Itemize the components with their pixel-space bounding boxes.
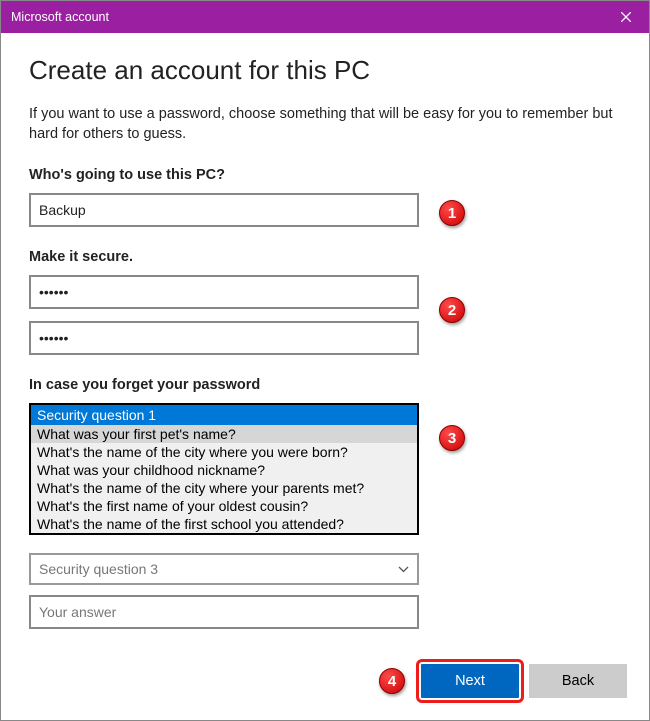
dropdown-option[interactable]: What's the name of the city where your p… xyxy=(31,479,417,497)
dropdown-option[interactable]: What's the name of the first school you … xyxy=(31,515,417,533)
username-label: Who's going to use this PC? xyxy=(29,167,621,183)
window-title: Microsoft account xyxy=(11,10,109,24)
dropdown-selected[interactable]: Security question 1 xyxy=(31,405,417,425)
callout-badge-4: 4 xyxy=(379,668,405,694)
back-button[interactable]: Back xyxy=(529,664,627,698)
close-icon xyxy=(621,12,631,22)
chevron-down-icon xyxy=(398,562,409,576)
button-row: Next Back xyxy=(421,664,627,698)
dropdown-option[interactable]: What was your childhood nickname? xyxy=(31,461,417,479)
callout-badge-2: 2 xyxy=(439,297,465,323)
page-description: If you want to use a password, choose so… xyxy=(29,104,621,145)
content-area: Create an account for this PC If you wan… xyxy=(1,33,649,629)
page-title: Create an account for this PC xyxy=(29,55,621,86)
username-input[interactable] xyxy=(29,193,419,227)
close-button[interactable] xyxy=(603,1,649,33)
security-label: In case you forget your password xyxy=(29,377,621,393)
security-question-1-dropdown[interactable]: Security question 1 What was your first … xyxy=(29,403,419,535)
dropdown-option-hover[interactable]: What was your first pet's name? xyxy=(31,425,417,443)
dropdown-option[interactable]: What's the name of the city where you we… xyxy=(31,443,417,461)
password-label: Make it secure. xyxy=(29,249,621,265)
answer-input[interactable] xyxy=(29,595,419,629)
select-placeholder: Security question 3 xyxy=(39,561,158,577)
titlebar: Microsoft account xyxy=(1,1,649,33)
callout-badge-3: 3 xyxy=(439,425,465,451)
callout-badge-1: 1 xyxy=(439,200,465,226)
next-button[interactable]: Next xyxy=(421,664,519,698)
password-input[interactable] xyxy=(29,275,419,309)
confirm-password-input[interactable] xyxy=(29,321,419,355)
security-question-3-select[interactable]: Security question 3 xyxy=(29,553,419,585)
dropdown-option[interactable]: What's the first name of your oldest cou… xyxy=(31,497,417,515)
